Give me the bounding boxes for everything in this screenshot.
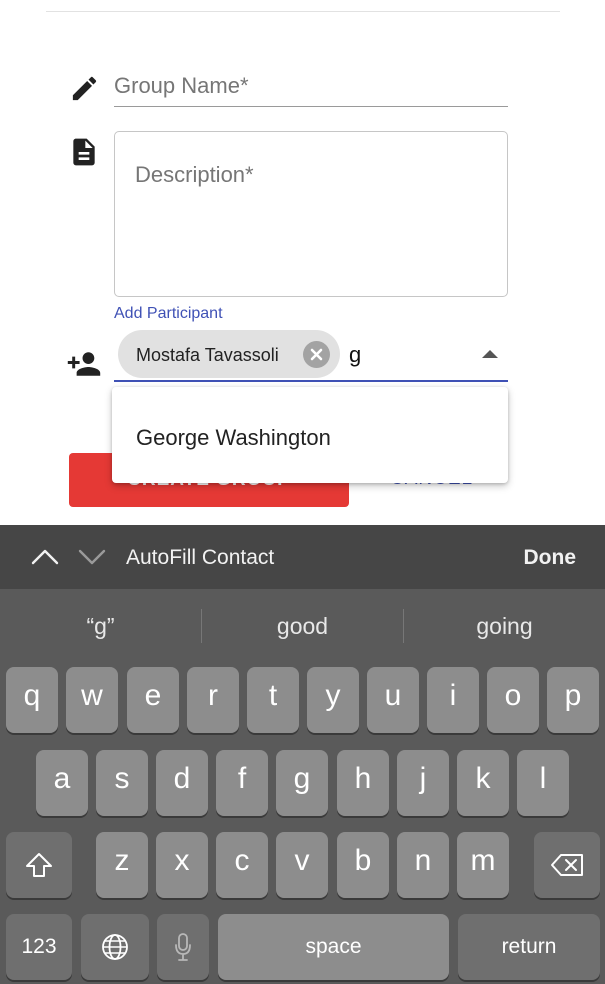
key-a[interactable]: a bbox=[36, 750, 88, 816]
space-key[interactable]: space bbox=[218, 914, 449, 980]
key-l[interactable]: l bbox=[517, 750, 569, 816]
globe-icon bbox=[102, 934, 128, 960]
numbers-key[interactable]: 123 bbox=[6, 914, 72, 980]
key-c[interactable]: c bbox=[216, 832, 268, 898]
shift-icon bbox=[26, 853, 52, 877]
microphone-icon bbox=[175, 933, 191, 961]
keyboard-toolbar: AutoFill Contact Done bbox=[0, 525, 605, 589]
key-k[interactable]: k bbox=[457, 750, 509, 816]
participant-query: g bbox=[349, 342, 362, 367]
key-x[interactable]: x bbox=[156, 832, 208, 898]
document-icon bbox=[68, 135, 100, 169]
chip-delete-icon[interactable] bbox=[303, 341, 330, 368]
key-y[interactable]: y bbox=[307, 667, 359, 733]
chevron-down-icon[interactable] bbox=[77, 545, 107, 574]
key-b[interactable]: b bbox=[337, 832, 389, 898]
autofill-contact-button[interactable]: AutoFill Contact bbox=[126, 546, 274, 570]
globe-key[interactable] bbox=[81, 914, 149, 980]
dropdown-arrow-icon[interactable] bbox=[482, 350, 498, 358]
key-f[interactable]: f bbox=[216, 750, 268, 816]
description-field[interactable]: Description* bbox=[114, 131, 508, 297]
key-e[interactable]: e bbox=[127, 667, 179, 733]
done-button[interactable]: Done bbox=[524, 546, 577, 570]
suggestion-option[interactable]: George Washington bbox=[136, 425, 331, 451]
backspace-key[interactable] bbox=[534, 832, 600, 898]
key-i[interactable]: i bbox=[427, 667, 479, 733]
description-placeholder: Description* bbox=[135, 162, 254, 187]
key-j[interactable]: j bbox=[397, 750, 449, 816]
pencil-icon bbox=[69, 73, 100, 104]
microphone-key[interactable] bbox=[157, 914, 209, 980]
participant-suggestions: George Washington bbox=[112, 387, 508, 483]
participant-chip[interactable]: Mostafa Tavassoli bbox=[118, 330, 340, 378]
key-s[interactable]: s bbox=[96, 750, 148, 816]
group-name-field[interactable]: Group Name* bbox=[114, 66, 508, 107]
return-key[interactable]: return bbox=[458, 914, 600, 980]
participant-input[interactable]: Mostafa Tavassoli g bbox=[114, 328, 508, 382]
key-n[interactable]: n bbox=[397, 832, 449, 898]
add-participant-label: Add Participant bbox=[114, 305, 223, 322]
suggestion-good[interactable]: good bbox=[202, 613, 403, 640]
suggestion-quoted[interactable]: “g” bbox=[0, 613, 201, 640]
top-divider bbox=[46, 11, 560, 12]
key-v[interactable]: v bbox=[276, 832, 328, 898]
key-m[interactable]: m bbox=[457, 832, 509, 898]
suggestion-going[interactable]: going bbox=[404, 613, 605, 640]
key-q[interactable]: q bbox=[6, 667, 58, 733]
key-u[interactable]: u bbox=[367, 667, 419, 733]
key-d[interactable]: d bbox=[156, 750, 208, 816]
backspace-icon bbox=[551, 854, 583, 876]
key-z[interactable]: z bbox=[96, 832, 148, 898]
keyboard: “g” good going q w e r t y u i o p a s d… bbox=[0, 589, 605, 984]
key-o[interactable]: o bbox=[487, 667, 539, 733]
key-g[interactable]: g bbox=[276, 750, 328, 816]
group-name-placeholder: Group Name* bbox=[114, 73, 249, 98]
key-r[interactable]: r bbox=[187, 667, 239, 733]
add-person-icon bbox=[66, 350, 102, 378]
chevron-up-icon[interactable] bbox=[30, 545, 60, 574]
shift-key[interactable] bbox=[6, 832, 72, 898]
key-h[interactable]: h bbox=[337, 750, 389, 816]
key-p[interactable]: p bbox=[547, 667, 599, 733]
key-t[interactable]: t bbox=[247, 667, 299, 733]
participant-chip-label: Mostafa Tavassoli bbox=[136, 345, 279, 365]
key-w[interactable]: w bbox=[66, 667, 118, 733]
